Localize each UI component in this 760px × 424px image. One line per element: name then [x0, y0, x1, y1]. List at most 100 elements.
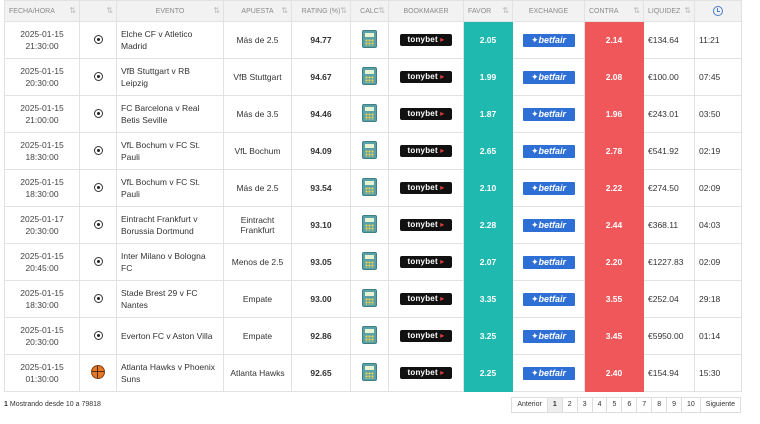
- tonybet-logo[interactable]: tonybet ▸: [400, 367, 452, 379]
- cell-bet: Más de 3.5: [223, 95, 292, 133]
- table-row[interactable]: 2025-01-17 20:30:00 Eintracht Frankfurt v …: [4, 206, 742, 244]
- header-fecha[interactable]: FECHA/HORA ⇅: [4, 0, 80, 22]
- selected-count: 1: [4, 401, 8, 408]
- cell-date: 2025-01-15 18:30:00: [4, 169, 80, 207]
- cell-rating: 94.67: [291, 58, 351, 96]
- tonybet-logo[interactable]: tonybet ▸: [400, 145, 452, 157]
- page-button-1[interactable]: 1: [546, 397, 563, 413]
- calculator-icon[interactable]: [362, 363, 377, 381]
- page-button-5[interactable]: 5: [606, 397, 623, 413]
- page-button-4[interactable]: 4: [591, 397, 608, 413]
- cell-date: 2025-01-15 21:00:00: [4, 95, 80, 133]
- header-favor[interactable]: FAVOR ⇅: [463, 0, 513, 22]
- cell-contra: 2.40: [584, 354, 644, 392]
- betfair-logo[interactable]: ✦betfair: [522, 218, 575, 232]
- betfair-logo[interactable]: ✦betfair: [522, 181, 575, 195]
- cell-calc: [350, 169, 389, 207]
- table-row[interactable]: 2025-01-15 20:30:00 Everton FC v Aston Vil…: [4, 317, 742, 355]
- betfair-logo[interactable]: ✦betfair: [522, 292, 575, 306]
- table-row[interactable]: 2025-01-15 20:45:00 Inter Milano v Bologna…: [4, 243, 742, 281]
- calculator-icon[interactable]: [362, 215, 377, 233]
- cell-sport: [79, 132, 117, 170]
- tonybet-logo[interactable]: tonybet ▸: [400, 71, 452, 83]
- cell-bet: Más de 2.5: [223, 21, 292, 59]
- cell-date: 2025-01-15 20:30:00: [4, 58, 80, 96]
- cell-sport: [79, 317, 117, 355]
- page-button-9[interactable]: 9: [666, 397, 682, 413]
- cell-contra: 3.45: [584, 317, 644, 355]
- cell-favor: 1.87: [463, 95, 513, 133]
- arrow-icon: ▸: [440, 146, 445, 155]
- cell-sport: [79, 169, 117, 207]
- cell-contra: 2.78: [584, 132, 644, 170]
- cell-calc: [350, 132, 389, 170]
- table-row[interactable]: 2025-01-15 18:30:00 VfL Bochum v FC St. Pa…: [4, 132, 742, 170]
- cell-remaining: 07:45: [694, 58, 742, 96]
- arrow-icon: ▸: [440, 183, 445, 192]
- betfair-logo[interactable]: ✦betfair: [522, 255, 575, 269]
- soccer-ball-icon: [93, 71, 103, 81]
- tonybet-logo[interactable]: tonybet ▸: [400, 34, 452, 46]
- calculator-icon[interactable]: [362, 104, 377, 122]
- betfair-logo[interactable]: ✦betfair: [522, 329, 575, 343]
- header-liquidez[interactable]: LIQUIDEZ ⇅: [643, 0, 695, 22]
- betfair-arrows-icon: ✦: [530, 367, 539, 378]
- tonybet-logo[interactable]: tonybet ▸: [400, 182, 452, 194]
- soccer-ball-icon: [93, 145, 103, 155]
- page-button-7[interactable]: 7: [636, 397, 653, 413]
- cell-rating: 94.46: [291, 95, 351, 133]
- header-apuesta[interactable]: APUESTA ⇅: [223, 0, 292, 22]
- page-button-8[interactable]: 8: [651, 397, 668, 413]
- calculator-icon[interactable]: [362, 252, 377, 270]
- page-button-3[interactable]: 3: [576, 397, 593, 413]
- table-row[interactable]: 2025-01-15 21:30:00 Elche CF v Atletico Ma…: [4, 21, 742, 59]
- calculator-icon[interactable]: [362, 289, 377, 307]
- tonybet-logo[interactable]: tonybet ▸: [400, 330, 452, 342]
- table-row[interactable]: 2025-01-15 18:30:00 Stade Brest 29 v FC Na…: [4, 280, 742, 318]
- tonybet-logo[interactable]: tonybet ▸: [400, 256, 452, 268]
- cell-sport: [79, 243, 117, 281]
- betfair-arrows-icon: ✦: [530, 108, 539, 119]
- tonybet-logo[interactable]: tonybet ▸: [400, 293, 452, 305]
- page-button-6[interactable]: 6: [621, 397, 638, 413]
- cell-rating: 92.65: [291, 354, 351, 392]
- header-rating[interactable]: RATING (%) ⇅: [291, 0, 351, 22]
- cell-exchange: ✦betfair: [512, 317, 585, 355]
- header-sport[interactable]: ⇅: [79, 0, 117, 22]
- next-page-button[interactable]: Siguiente: [699, 397, 741, 413]
- cell-bookmaker: tonybet ▸: [388, 132, 464, 170]
- page-button-2[interactable]: 2: [561, 397, 578, 413]
- cell-favor: 2.28: [463, 206, 513, 244]
- betfair-logo[interactable]: ✦betfair: [522, 144, 575, 158]
- cell-remaining: 01:14: [694, 317, 742, 355]
- calculator-icon[interactable]: [362, 326, 377, 344]
- header-contra[interactable]: CONTRA ⇅: [584, 0, 644, 22]
- table-row[interactable]: 2025-01-15 18:30:00 VfL Bochum v FC St. Pa…: [4, 169, 742, 207]
- calculator-icon[interactable]: [362, 141, 377, 159]
- cell-date: 2025-01-17 20:30:00: [4, 206, 80, 244]
- calculator-icon[interactable]: [362, 178, 377, 196]
- header-exchange[interactable]: EXCHANGE: [512, 0, 585, 22]
- tonybet-logo[interactable]: tonybet ▸: [400, 108, 452, 120]
- soccer-ball-icon: [93, 293, 103, 303]
- header-bookmaker[interactable]: BOOKMAKER: [388, 0, 464, 22]
- betfair-logo[interactable]: ✦betfair: [522, 33, 575, 47]
- table-row[interactable]: 2025-01-15 01:30:00 Atlanta Hawks v Phoeni…: [4, 354, 742, 392]
- header-calc[interactable]: CALC ⇅: [350, 0, 389, 22]
- cell-liquidity: €252.04: [643, 280, 695, 318]
- cell-bet: VfB Stuttgart: [223, 58, 292, 96]
- cell-exchange: ✦betfair: [512, 206, 585, 244]
- calculator-icon[interactable]: [362, 67, 377, 85]
- betfair-logo[interactable]: ✦betfair: [522, 107, 575, 121]
- header-evento[interactable]: EVENTO ⇅: [116, 0, 224, 22]
- page-button-10[interactable]: 10: [681, 397, 701, 413]
- prev-page-button[interactable]: Anterior: [511, 397, 548, 413]
- betfair-logo[interactable]: ✦betfair: [522, 366, 575, 380]
- table-row[interactable]: 2025-01-15 20:30:00 VfB Stuttgart v RB Lei…: [4, 58, 742, 96]
- header-time[interactable]: [694, 0, 742, 22]
- calculator-icon[interactable]: [362, 30, 377, 48]
- betfair-logo[interactable]: ✦betfair: [522, 70, 575, 84]
- table-row[interactable]: 2025-01-15 21:00:00 FC Barcelona v Real Be…: [4, 95, 742, 133]
- cell-favor: 2.65: [463, 132, 513, 170]
- tonybet-logo[interactable]: tonybet ▸: [400, 219, 452, 231]
